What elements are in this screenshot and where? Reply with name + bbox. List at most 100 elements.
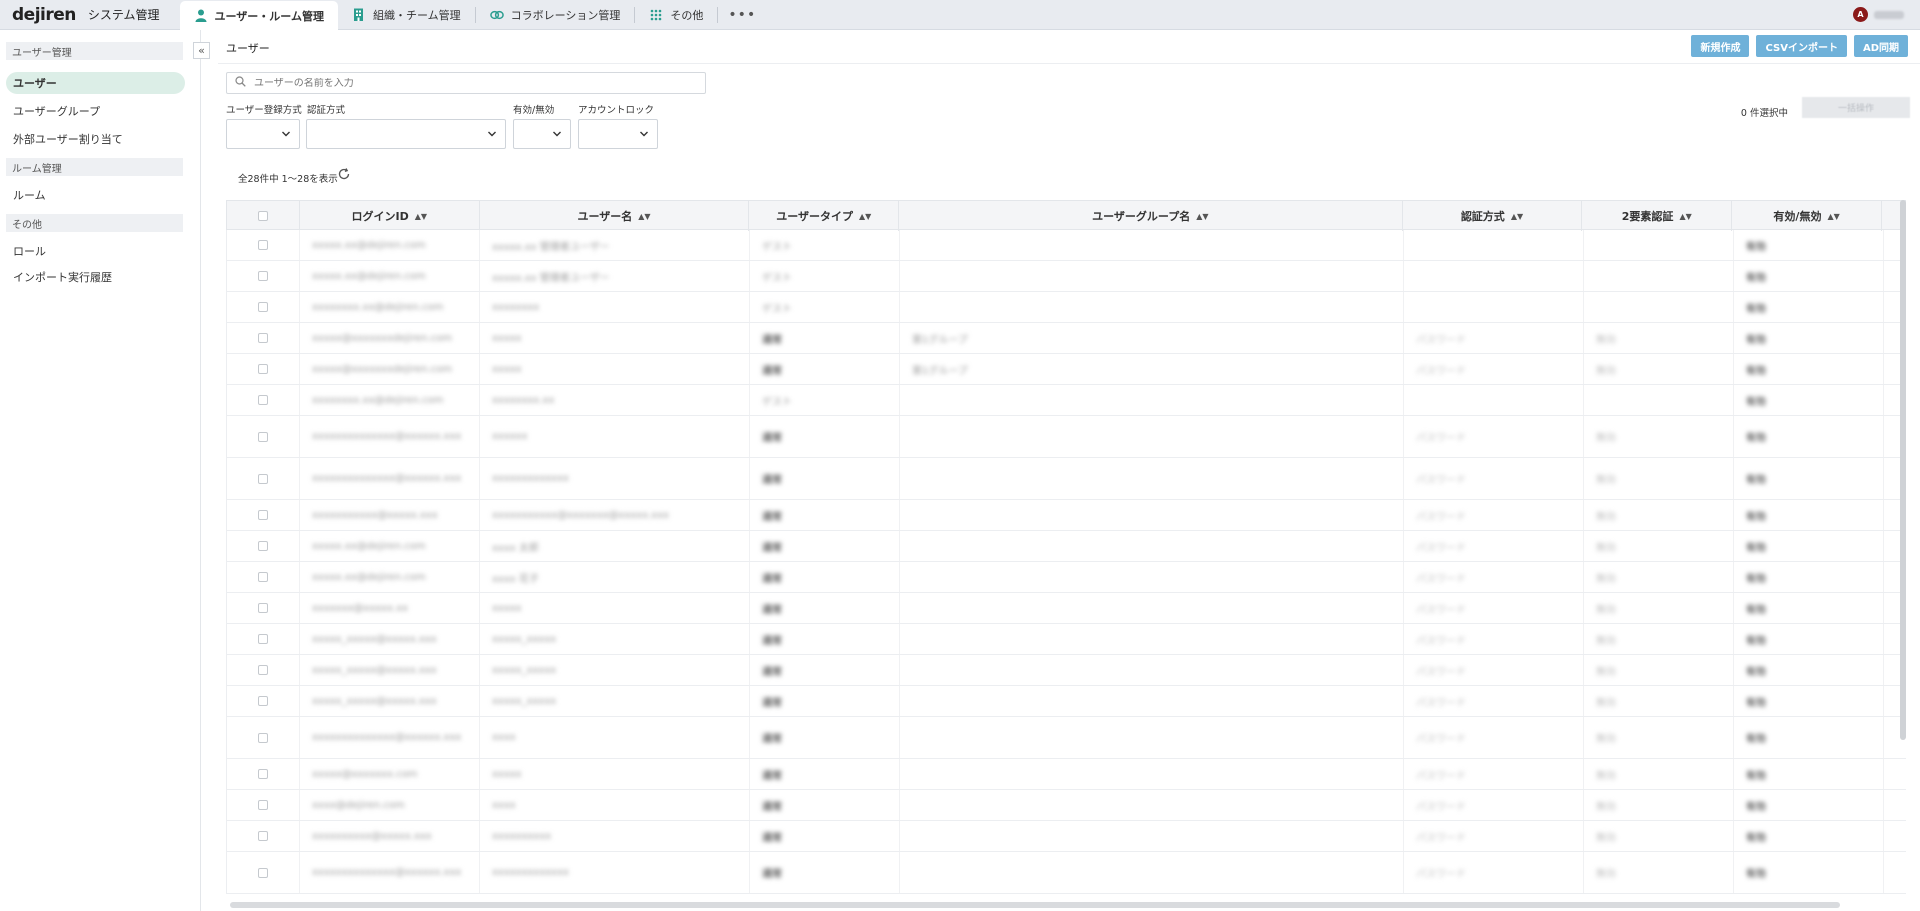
row-checkbox[interactable] [258,302,268,312]
cell-user-name: xxxxxxxxxxx@xxxxxxx@xxxxx.xxx [480,500,750,530]
row-checkbox[interactable] [258,333,268,343]
column-2fa[interactable]: 2要素認証 ▲▼ [1582,201,1733,231]
more-menu-icon[interactable]: ••• [718,7,766,23]
chevron-down-icon [282,131,290,137]
table-row[interactable]: xxxxx.xx@dejiren.com xxxxx.xx 管理者ユーザー ゲスト 有… [226,230,1906,261]
cell-2fa: 無効 [1584,686,1734,716]
row-checkbox[interactable] [258,364,268,374]
column-user-name[interactable]: ユーザー名 ▲▼ [480,201,750,231]
sidebar-item-roles[interactable]: ロール [6,240,185,262]
table-row[interactable]: xxxxx_xxxxx@xxxxx.xxx xxxxx_xxxxx 通常 パスワード 無… [226,686,1906,717]
table-row[interactable]: xxxxxxxx.xx@dejiren.com xxxxxxxx ゲスト 有効 [226,292,1906,323]
cell-user-type-text: 通常 [762,334,782,346]
row-checkbox[interactable] [258,431,268,442]
table-row[interactable]: xxxxxxxxxxx@xxxxx.xxx xxxxxxxxxxx@xxxxxxx… [226,500,1906,531]
cell-user-name: xxxxx.xx 管理者ユーザー [480,261,750,291]
row-checkbox-cell [227,261,300,291]
cell-user-type-text: 通常 [762,475,782,486]
user-menu[interactable]: A [1853,7,1904,22]
create-button[interactable]: 新規作成 [1691,35,1750,57]
cell-user-type: 通常 [750,458,900,499]
row-checkbox[interactable] [258,603,268,613]
tab-collaboration[interactable]: コラボレーション管理 [476,0,635,30]
sidebar-item-users[interactable]: ユーザー [6,72,185,94]
table-row[interactable]: xxxxxxxxxx@xxxxx.xxx xxxxxxxxxx 通常 パスワード 無効 有… [226,821,1906,852]
row-checkbox[interactable] [258,831,268,841]
cell-login-id: xxxxxxxxxxxxxx@xxxxxx.xxx [300,852,480,893]
sidebar-item-rooms[interactable]: ルーム [6,184,185,206]
auth-method-select[interactable] [306,119,506,149]
tab-other[interactable]: その他 [635,0,717,30]
search-box[interactable] [226,72,706,94]
table-row[interactable]: xxxxxxx@xxxxx.xx xxxxx 通常 パスワード 無効 有効 [226,593,1906,624]
row-checkbox[interactable] [258,634,268,644]
select-all-checkbox[interactable] [257,211,268,221]
vertical-scrollbar[interactable] [1900,200,1906,740]
cell-user-group [900,261,1404,291]
table-row[interactable]: xxxxxxxxxxxxxx@xxxxxx.xxx xxxx 通常 パスワード 無効 有効 [226,717,1906,759]
cell-login-id: xxxxx@xxxxxxx.com [300,759,480,789]
table-row[interactable]: xxxxx_xxxxx@xxxxx.xxx xxxxx_xxxxx 通常 パスワード 無… [226,624,1906,655]
row-checkbox[interactable] [258,271,268,281]
row-checkbox[interactable] [258,395,268,405]
row-checkbox[interactable] [258,473,268,484]
horizontal-scrollbar[interactable] [230,902,1840,908]
cell-valid-text: 有効 [1746,433,1766,444]
table-row[interactable]: xxxxx@xxxxxxx.com xxxxx 通常 パスワード 無効 有効 [226,759,1906,790]
table-row[interactable]: xxxxx.xx@dejiren.com xxxxx.xx 管理者ユーザー ゲスト 有… [226,261,1906,292]
row-checkbox[interactable] [258,867,268,878]
search-input[interactable] [254,77,694,89]
row-checkbox[interactable] [258,572,268,582]
cell-login-id-text: xxxxxxxxxxx@xxxxx.xxx [312,509,438,521]
csv-import-button[interactable]: CSVインポート [1756,35,1847,57]
account-lock-select[interactable] [578,119,658,149]
column-user-group[interactable]: ユーザーグループ名 ▲▼ [899,201,1403,231]
table-row[interactable]: xxxx@dejiren.com xxxx 通常 パスワード 無効 有効 [226,790,1906,821]
table-row[interactable]: xxxxx@xxxxxxxdejiren.com xxxxx 通常 第1グループ パスワ… [226,354,1906,385]
tab-user-room[interactable]: ユーザー・ルーム管理 [179,0,338,31]
bulk-action-button[interactable]: 一括操作 [1802,97,1910,118]
sidebar-item-import-history[interactable]: インポート実行履歴 [6,266,185,288]
table-row[interactable]: xxxxx.xx@dejiren.com xxxx 花子 通常 パスワード 無効 有効 [226,562,1906,593]
table-row[interactable]: xxxxxxxxxxxxxx@xxxxxx.xxx xxxxxxxxxxxxx 通常… [226,852,1906,894]
cell-2fa-text: 無効 [1596,334,1616,346]
cell-user-name-text: xxxx 花子 [492,573,539,585]
table-row[interactable]: xxxxxxxxxxxxxx@xxxxxx.xxx xxxxxx 通常 パスワード 無効… [226,416,1906,458]
row-checkbox-cell [227,759,300,789]
sidebar-item-user-groups[interactable]: ユーザーグループ [6,100,185,122]
row-checkbox-cell [227,790,300,820]
table-row[interactable]: xxxxx_xxxxx@xxxxx.xxx xxxxx_xxxxx 通常 パスワード 無… [226,655,1906,686]
cell-2fa [1584,261,1734,291]
row-checkbox[interactable] [258,240,268,250]
row-checkbox[interactable] [258,732,268,743]
row-checkbox[interactable] [258,541,268,551]
row-checkbox[interactable] [258,665,268,675]
search-icon [235,76,246,90]
row-checkbox[interactable] [258,769,268,779]
cell-user-group [900,500,1404,530]
row-checkbox[interactable] [258,800,268,810]
column-user-type[interactable]: ユーザータイプ ▲▼ [749,201,900,231]
column-login-id[interactable]: ログインID ▲▼ [300,201,480,231]
sidebar-item-external-users[interactable]: 外部ユーザー割り当て [6,128,185,150]
table-row[interactable]: xxxxxxxxxxxxxx@xxxxxx.xxx xxxxxxxxxxxxx 通常… [226,458,1906,500]
cell-login-id-text: xxxxx_xxxxx@xxxxx.xxx [312,695,437,707]
column-valid[interactable]: 有効/無効 ▲▼ [1732,201,1883,231]
registration-method-select[interactable] [226,119,300,149]
table-row[interactable]: xxxxxxxx.xx@dejiren.com xxxxxxxx.xx ゲスト 有効 [226,385,1906,416]
refresh-icon[interactable] [337,167,352,182]
cell-user-group [900,759,1404,789]
cell-valid-text: 有効 [1746,770,1766,782]
cell-user-type: 通常 [750,852,900,893]
tab-org-team[interactable]: 組織・チーム管理 [338,0,475,30]
row-checkbox[interactable] [258,696,268,706]
table-row[interactable]: xxxxx.xx@dejiren.com xxxx 太郎 通常 パスワード 無効 有効 [226,531,1906,562]
cell-auth-method: パスワード [1404,852,1584,893]
table-row[interactable]: xxxxx@xxxxxxxdejiren.com xxxxx 通常 第1グループ パスワ… [226,323,1906,354]
ad-sync-button[interactable]: AD同期 [1853,35,1908,57]
column-auth-method[interactable]: 認証方式 ▲▼ [1403,201,1583,231]
valid-select[interactable] [513,119,571,149]
cell-valid-text: 有効 [1746,303,1766,315]
row-checkbox[interactable] [258,510,268,520]
cell-login-id: xxxxx@xxxxxxxdejiren.com [300,354,480,384]
